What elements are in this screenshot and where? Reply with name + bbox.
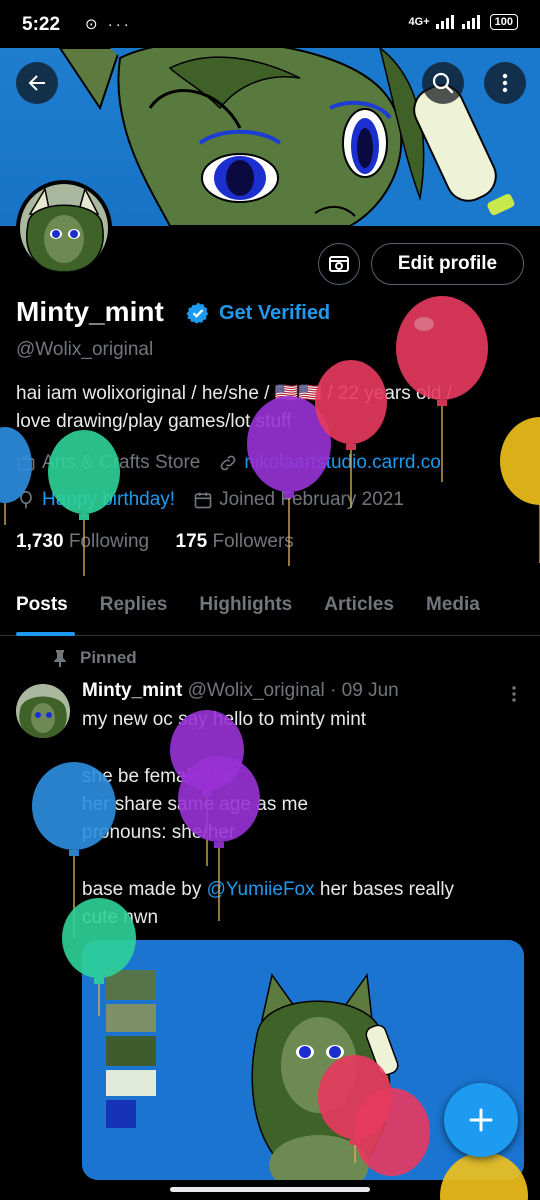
link-icon <box>221 455 236 471</box>
post-date[interactable]: · 09 Jun <box>330 680 399 701</box>
birthday-link[interactable]: Happy birthday! <box>42 489 175 511</box>
profile-category: Arts & Crafts Store <box>42 452 201 473</box>
post-more-icon[interactable] <box>508 684 520 704</box>
post-text-line: she be female fox <box>82 766 232 787</box>
followers-label: Followers <box>212 531 294 552</box>
tab-highlights[interactable]: Highlights <box>183 584 308 636</box>
compose-post-button[interactable] <box>444 1083 518 1157</box>
profile-handle: @Wolix_original <box>16 339 154 360</box>
mention-link[interactable]: @YumiieFox <box>207 879 315 900</box>
more-vertical-icon <box>502 73 508 93</box>
status-right: 4G+ 100 <box>409 14 518 30</box>
professional-tools-button[interactable] <box>318 243 360 285</box>
briefcase-icon <box>17 455 35 471</box>
post-text-segment: her bases really <box>314 879 455 900</box>
calendar-icon <box>194 492 212 509</box>
follow-stats: 1,730 Following 175 Followers <box>16 531 294 553</box>
display-name: Minty_mint <box>16 296 164 327</box>
joined-date: Joined February 2021 <box>219 489 404 510</box>
profile-avatar[interactable] <box>16 180 112 276</box>
post-text-line: cute nwn <box>82 907 159 928</box>
tab-posts[interactable]: Posts <box>0 584 84 636</box>
profile-meta-row-1: Arts & Crafts Store nikolaartstudio.carr… <box>16 452 441 474</box>
signal-icon <box>435 15 480 29</box>
profile-website-link[interactable]: nikolaartstudio.carrd.co <box>244 452 440 474</box>
pinned-label: Pinned <box>80 648 137 667</box>
post-avatar-artwork <box>16 684 70 738</box>
post-text-line: her share same age as me <box>82 794 309 815</box>
post-text-line: my new oc say hello to minty mint <box>82 709 367 730</box>
search-icon <box>432 72 454 94</box>
following-label: Following <box>68 531 150 552</box>
post-author-name[interactable]: Minty_mint <box>82 680 182 701</box>
followers-count: 175 <box>175 531 208 552</box>
tab-articles[interactable]: Articles <box>308 584 410 636</box>
get-verified-link[interactable]: Get Verified <box>219 302 330 325</box>
balloon-icon <box>20 490 32 509</box>
followers-link[interactable]: 175 Followers <box>176 531 294 552</box>
post-text-line: pronouns: she/her <box>82 822 236 843</box>
profile-bio: hai iam wolixoriginal / he/she / 🇺🇸🇺🇸 / … <box>16 380 526 436</box>
plus-icon <box>469 1108 493 1132</box>
profile-meta-row-2: Happy birthday! Joined February 2021 <box>16 489 404 511</box>
bio-line: hai iam wolixoriginal / he/she / 🇺🇸🇺🇸 / … <box>16 383 452 404</box>
post-avatar[interactable] <box>16 684 70 738</box>
post-author-handle[interactable]: @Wolix_original <box>188 680 325 701</box>
battery-icon: 100 <box>489 14 518 30</box>
post-text-segment: base made by <box>82 879 207 900</box>
search-button[interactable] <box>422 62 464 104</box>
post-header: Minty_mint @Wolix_original · 09 Jun <box>82 680 399 702</box>
balloon-decoration <box>500 417 540 563</box>
following-link[interactable]: 1,730 Following <box>16 531 149 552</box>
following-count: 1,730 <box>16 531 64 552</box>
edit-profile-button[interactable]: Edit profile <box>371 243 524 285</box>
profile-tabs: Posts Replies Highlights Articles Media <box>0 584 540 636</box>
dashboard-icon <box>329 256 349 272</box>
post-text-line: base made by @YumiieFox her bases really <box>82 879 454 901</box>
home-indicator[interactable] <box>170 1187 370 1192</box>
verified-badge-icon <box>186 302 209 324</box>
arrow-left-icon <box>28 75 45 91</box>
tab-media[interactable]: Media <box>410 584 496 636</box>
balloon-decoration <box>170 710 244 866</box>
avatar-artwork <box>20 184 108 272</box>
network-label: 4G+ <box>408 16 430 28</box>
back-button[interactable] <box>16 62 58 104</box>
notification-icons: ⊙ ··· <box>85 16 132 33</box>
pinned-indicator: Pinned <box>52 648 137 668</box>
status-time: 5:22 <box>22 14 61 35</box>
pin-icon <box>54 650 66 667</box>
tab-replies[interactable]: Replies <box>84 584 184 636</box>
bio-line: love drawing/play games/lot stuff <box>16 411 292 432</box>
status-bar: 5:22 ⊙ ··· 4G+ 100 <box>0 0 540 48</box>
more-button[interactable] <box>484 62 526 104</box>
